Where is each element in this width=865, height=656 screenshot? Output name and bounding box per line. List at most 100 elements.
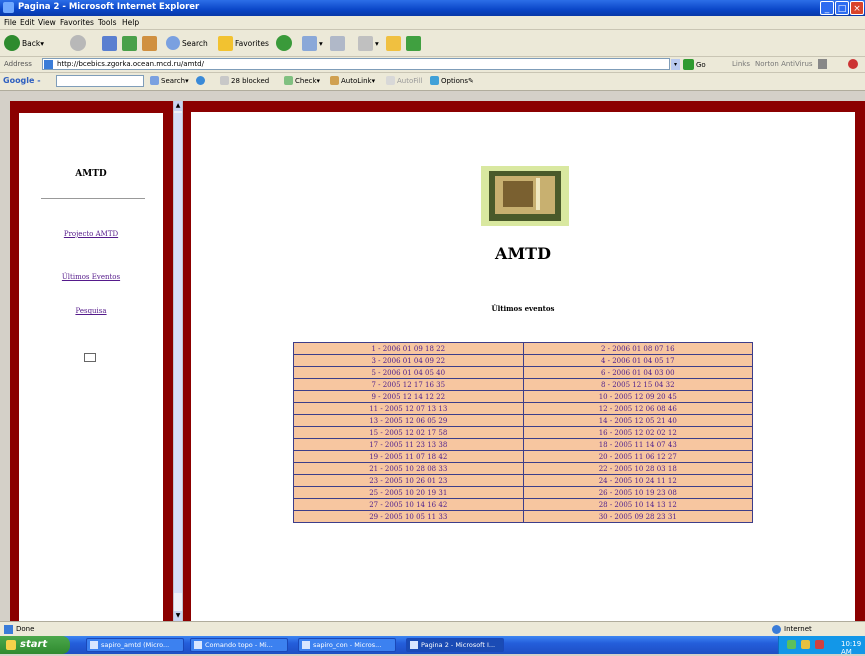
extension-icon[interactable] — [848, 59, 858, 69]
status-text: Done — [16, 625, 35, 633]
event-link[interactable]: 18 - 2005 11 14 07 43 — [599, 441, 677, 449]
star-icon — [218, 35, 233, 51]
popup-blocker[interactable]: 28 blocked — [220, 76, 269, 85]
autofill-button[interactable]: AutoFill — [386, 76, 423, 85]
tray-icon[interactable] — [787, 640, 796, 649]
event-link[interactable]: 13 - 2005 12 06 05 29 — [369, 417, 447, 425]
event-link[interactable]: 20 - 2005 11 06 12 27 — [599, 453, 677, 461]
event-link[interactable]: 28 - 2005 10 14 13 12 — [599, 501, 677, 509]
table-cell: 10 - 2005 12 09 20 45 — [522, 390, 753, 403]
event-link[interactable]: 27 - 2005 10 14 16 42 — [369, 501, 447, 509]
norton-toolbar-item[interactable]: Norton AntiVirus — [755, 60, 813, 68]
event-link[interactable]: 17 - 2005 11 23 13 38 — [369, 441, 447, 449]
home-button[interactable] — [142, 33, 159, 53]
event-link[interactable]: 22 - 2005 10 28 03 18 — [599, 465, 677, 473]
google-options-button[interactable]: Options ✎ — [430, 76, 474, 85]
event-link[interactable]: 16 - 2005 12 02 02 12 — [599, 429, 677, 437]
event-link[interactable]: 3 - 2006 01 04 09 22 — [371, 357, 445, 365]
event-link[interactable]: 12 - 2005 12 06 08 46 — [599, 405, 677, 413]
forward-button[interactable] — [70, 33, 88, 53]
google-logo[interactable]: Google - — [3, 76, 41, 85]
event-link[interactable]: 2 - 2006 01 08 07 16 — [601, 345, 675, 353]
taskbar-item[interactable]: Comando topo - Mi... — [190, 638, 288, 652]
event-link[interactable]: 23 - 2005 10 26 01 23 — [369, 477, 447, 485]
refresh-button[interactable] — [122, 33, 139, 53]
menu-favorites[interactable]: Favorites — [60, 18, 94, 27]
edit-button[interactable] — [386, 33, 403, 53]
left-frame-border: AMTD Projecto AMTD Últimos Eventos Pesqu… — [10, 101, 173, 621]
print-button[interactable]: ▾ — [358, 33, 379, 53]
sidebar-link-projecto[interactable]: Projecto AMTD — [19, 230, 163, 238]
menu-edit[interactable]: Edit — [20, 18, 35, 27]
start-button[interactable]: start — [0, 636, 70, 654]
spell-check-button[interactable]: Check ▾ — [284, 76, 320, 85]
menu-view[interactable]: View — [38, 18, 56, 27]
table-row: 1 - 2006 01 09 18 22 2 - 2006 01 08 07 16 — [293, 342, 753, 355]
autolink-button[interactable]: AutoLink ▾ — [330, 76, 375, 85]
close-button[interactable]: × — [850, 1, 864, 15]
taskbar-item[interactable]: sapiro_con - Micros... — [298, 638, 396, 652]
sidebar-link-pesquisa[interactable]: Pesquisa — [19, 307, 163, 315]
sidebar-link-eventos[interactable]: Últimos Eventos — [19, 273, 163, 281]
event-link[interactable]: 1 - 2006 01 09 18 22 — [371, 345, 445, 353]
event-link[interactable]: 14 - 2005 12 05 21 40 — [599, 417, 677, 425]
event-link[interactable]: 26 - 2005 10 19 23 08 — [599, 489, 677, 497]
google-search-button[interactable]: Search ▾ — [150, 76, 189, 85]
table-row: 23 - 2005 10 26 01 23 24 - 2005 10 24 11 … — [293, 474, 753, 487]
event-link[interactable]: 10 - 2005 12 09 20 45 — [599, 393, 677, 401]
history-button[interactable]: ▾ — [302, 33, 323, 53]
system-tray: 10:19 AM — [778, 636, 865, 656]
tray-icon[interactable] — [801, 640, 810, 649]
menu-file[interactable]: File — [4, 18, 17, 27]
event-link[interactable]: 4 - 2006 01 04 05 17 — [601, 357, 675, 365]
google-search-input[interactable] — [56, 75, 144, 87]
links-button[interactable]: Links — [732, 60, 750, 68]
tray-icon[interactable] — [815, 640, 824, 649]
table-cell: 18 - 2005 11 14 07 43 — [522, 438, 753, 451]
scroll-up-arrow-icon[interactable]: ▲ — [174, 101, 182, 111]
event-link[interactable]: 5 - 2006 01 04 05 40 — [371, 369, 445, 377]
event-link[interactable]: 7 - 2005 12 17 16 35 — [371, 381, 445, 389]
event-link[interactable]: 25 - 2005 10 20 19 31 — [369, 489, 447, 497]
table-cell: 7 - 2005 12 17 16 35 — [293, 378, 524, 391]
event-link[interactable]: 11 - 2005 12 07 13 13 — [369, 405, 447, 413]
event-link[interactable]: 24 - 2005 10 24 11 12 — [599, 477, 677, 485]
mail-button[interactable] — [330, 33, 347, 53]
table-cell: 17 - 2005 11 23 13 38 — [293, 438, 524, 451]
address-input[interactable] — [42, 58, 670, 70]
left-frame-scrollbar[interactable]: ▲ ▼ — [173, 101, 183, 621]
extension-icon[interactable] — [818, 59, 827, 69]
event-link[interactable]: 19 - 2005 11 07 18 42 — [369, 453, 447, 461]
favorites-button[interactable]: Favorites — [218, 33, 269, 53]
globe-icon — [772, 625, 781, 634]
table-row: 13 - 2005 12 06 05 29 14 - 2005 12 05 21 … — [293, 414, 753, 427]
event-link[interactable]: 8 - 2005 12 15 04 32 — [601, 381, 675, 389]
address-dropdown-icon[interactable]: ▾ — [671, 59, 680, 70]
go-arrow-icon — [683, 59, 694, 70]
go-button[interactable]: Go — [683, 58, 706, 71]
taskbar-item[interactable]: sapiro_amtd (Micro... — [86, 638, 184, 652]
taskbar-item[interactable]: Pagina 2 - Microsoft I... — [406, 638, 504, 652]
event-link[interactable]: 6 - 2006 01 04 03 00 — [601, 369, 675, 377]
stop-button[interactable] — [102, 33, 119, 53]
event-link[interactable]: 30 - 2005 09 28 23 31 — [599, 513, 677, 521]
scrollbar-thumb[interactable] — [174, 113, 182, 593]
minimize-button[interactable]: _ — [820, 1, 834, 15]
menu-help[interactable]: Help — [122, 18, 139, 27]
maximize-button[interactable]: □ — [835, 1, 849, 15]
stop-icon — [102, 35, 117, 51]
event-link[interactable]: 21 - 2005 10 28 08 33 — [369, 465, 447, 473]
menu-tools[interactable]: Tools — [98, 18, 116, 27]
google-pagerank[interactable] — [196, 76, 207, 85]
media-button[interactable] — [276, 33, 294, 53]
event-link[interactable]: 29 - 2005 10 05 11 33 — [369, 513, 447, 521]
scroll-down-arrow-icon[interactable]: ▼ — [174, 611, 182, 621]
sidebar-image-icon[interactable] — [84, 353, 96, 362]
table-cell: 26 - 2005 10 19 23 08 — [522, 486, 753, 499]
search-button[interactable]: Search — [166, 33, 208, 53]
messenger-button[interactable] — [406, 33, 423, 53]
event-link[interactable]: 15 - 2005 12 02 17 58 — [369, 429, 447, 437]
back-button[interactable]: Back ▾ — [4, 33, 44, 53]
table-cell: 8 - 2005 12 15 04 32 — [522, 378, 753, 391]
event-link[interactable]: 9 - 2005 12 14 12 22 — [371, 393, 445, 401]
